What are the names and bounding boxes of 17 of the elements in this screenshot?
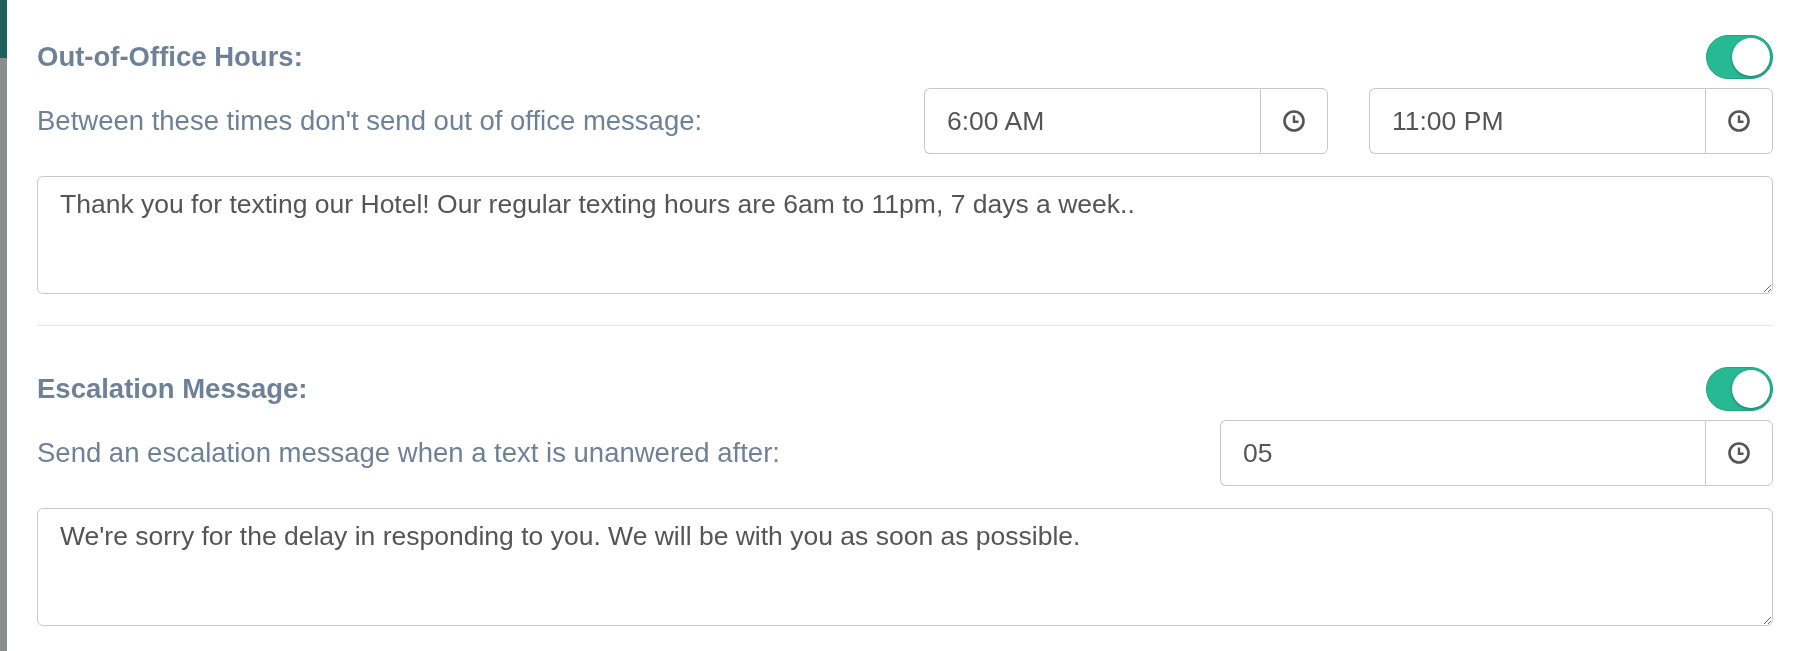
section-heading: Out-of-Office Hours: — [37, 41, 303, 73]
message-field[interactable]: We're sorry for the delay in responding to you. We will be with you as soon as possible. — [37, 508, 1773, 626]
clock-icon — [1282, 109, 1306, 133]
clock-button[interactable] — [1705, 88, 1773, 154]
time-field[interactable]: 05 — [1220, 420, 1705, 486]
time-field[interactable]: 6:00 AM — [924, 88, 1260, 154]
section-description: Send an escalation message when a text is unanwered after: — [37, 437, 780, 469]
clock-icon — [1727, 441, 1751, 465]
clock-button[interactable] — [1260, 88, 1328, 154]
clock-icon — [1727, 109, 1751, 133]
toggle-switch[interactable] — [1706, 35, 1773, 79]
section-heading: Escalation Message: — [37, 373, 308, 405]
section-description: Between these times don't send out of office message: — [37, 105, 703, 137]
clock-button[interactable] — [1705, 420, 1773, 486]
message-field[interactable]: Thank you for texting our Hotel! Our regular texting hours are 6am to 11pm, 7 days a week.. — [37, 176, 1773, 294]
time-field[interactable]: 11:00 PM — [1369, 88, 1705, 154]
toggle-switch[interactable] — [1706, 367, 1773, 411]
